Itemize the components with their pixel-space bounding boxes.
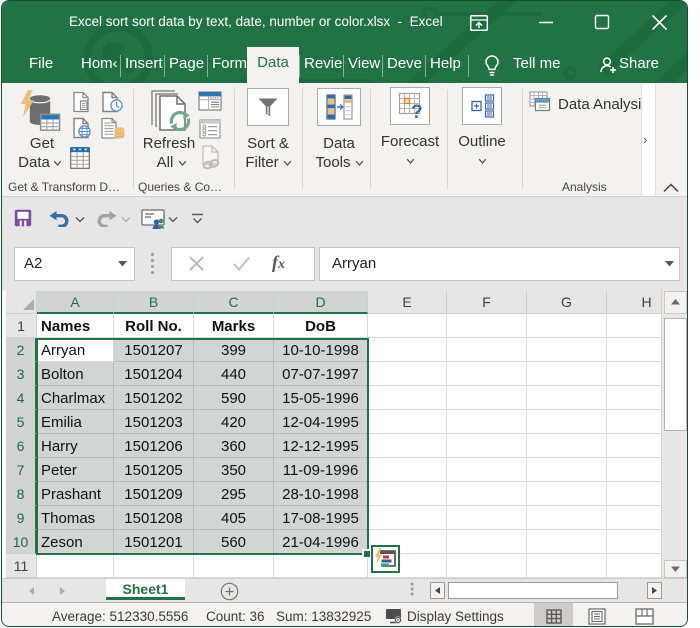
svg-text:?: ?	[411, 102, 423, 120]
